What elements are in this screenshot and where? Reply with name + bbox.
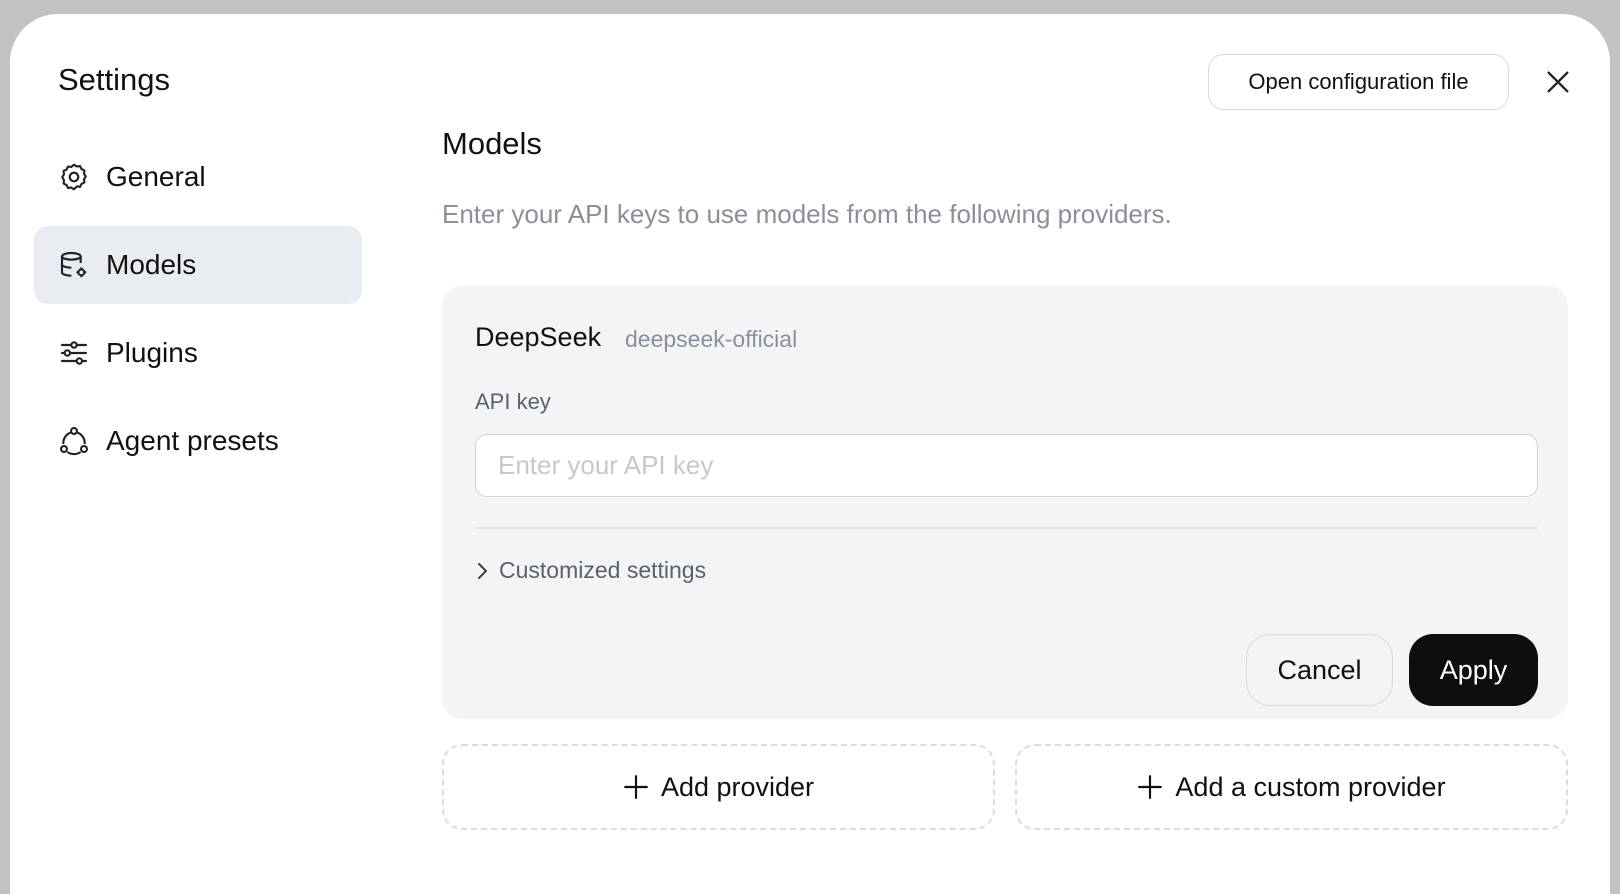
- chevron-right-icon: [475, 560, 493, 582]
- sliders-icon: [58, 337, 90, 369]
- plus-icon: [623, 774, 649, 800]
- add-custom-provider-button[interactable]: Add a custom provider: [1015, 744, 1568, 830]
- sidebar-item-label: Plugins: [106, 337, 198, 368]
- gear-icon: [58, 161, 90, 193]
- settings-dialog: Settings General Models Plugins Agent pr…: [10, 14, 1610, 894]
- sidebar-nav: General Models Plugins Agent presets: [34, 138, 362, 490]
- customized-settings-toggle[interactable]: Customized settings: [475, 557, 706, 584]
- open-configuration-file-button[interactable]: Open configuration file: [1208, 54, 1509, 110]
- provider-card: DeepSeek deepseek-official API key Custo…: [442, 286, 1568, 719]
- api-key-input[interactable]: [475, 434, 1538, 497]
- add-provider-button[interactable]: Add provider: [442, 744, 995, 830]
- sidebar-item-general[interactable]: General: [34, 138, 362, 216]
- page-title: Models: [442, 126, 542, 161]
- provider-name: DeepSeek: [475, 322, 602, 352]
- sidebar-item-agent-presets[interactable]: Agent presets: [34, 402, 362, 480]
- sidebar-item-models[interactable]: Models: [34, 226, 362, 304]
- plus-icon: [1137, 774, 1163, 800]
- sidebar-item-label: Agent presets: [106, 425, 279, 456]
- provider-id: deepseek-official: [625, 326, 798, 352]
- database-settings-icon: [58, 249, 90, 281]
- agent-network-icon: [58, 425, 90, 457]
- api-key-label: API key: [475, 389, 551, 414]
- settings-title: Settings: [58, 62, 171, 97]
- sidebar-item-plugins[interactable]: Plugins: [34, 314, 362, 392]
- add-custom-provider-label: Add a custom provider: [1175, 771, 1446, 802]
- apply-button[interactable]: Apply: [1409, 634, 1538, 706]
- add-provider-label: Add provider: [660, 771, 815, 802]
- sidebar-item-label: Models: [106, 249, 197, 280]
- close-icon[interactable]: [1540, 64, 1576, 100]
- sidebar-item-label: General: [106, 161, 206, 192]
- page-description: Enter your API keys to use models from t…: [442, 199, 1172, 229]
- divider: [475, 527, 1538, 529]
- cancel-button[interactable]: Cancel: [1246, 634, 1393, 706]
- customized-settings-label: Customized settings: [499, 557, 707, 583]
